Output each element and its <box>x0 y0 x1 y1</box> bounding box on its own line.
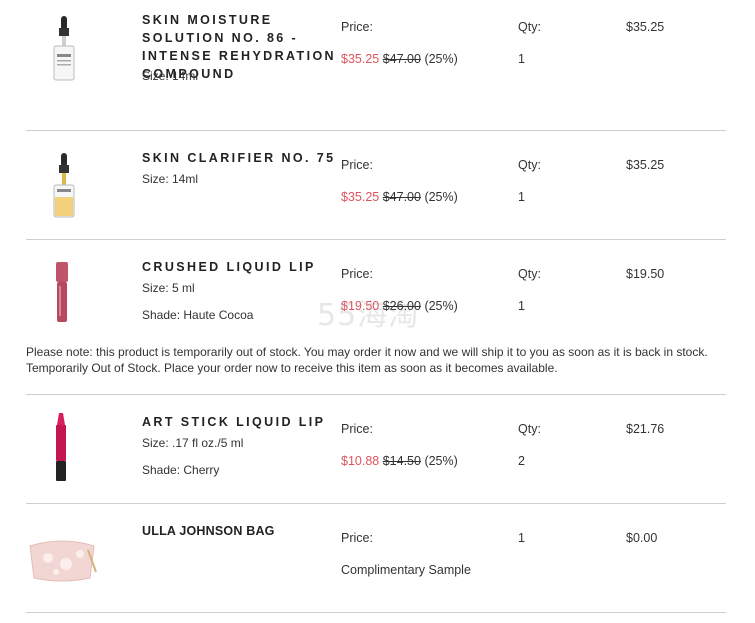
original-price: $47.00 <box>382 52 421 66</box>
qty-label: Qty: <box>518 20 541 34</box>
qty-value: 1 <box>518 531 525 545</box>
qty-value: 1 <box>518 190 525 204</box>
product-size: Size: .17 fl oz./5 ml <box>142 436 244 450</box>
product-size: Size: 5 ml <box>142 281 195 295</box>
price-line: $10.88 $14.50 (25%) <box>341 454 458 468</box>
price-line: $19.50 $26.00 (25%) <box>341 299 458 313</box>
qty-value: 2 <box>518 454 525 468</box>
product-name[interactable]: CRUSHED LIQUID LIP <box>142 258 352 276</box>
product-name[interactable]: ULLA JOHNSON BAG <box>142 522 352 540</box>
qty-label: Qty: <box>518 158 541 172</box>
cart-item-row: SKIN CLARIFIER NO. 75 Size: 14ml Price: … <box>26 131 726 240</box>
line-total: $19.50 <box>626 267 665 281</box>
original-price: $14.50 <box>382 454 421 468</box>
price-label: Price: <box>341 422 373 436</box>
discount-percent: (25%) <box>424 299 458 313</box>
product-name[interactable]: ART STICK LIQUID LIP <box>142 413 352 431</box>
price-label: Price: <box>341 20 373 34</box>
sale-price: $35.25 <box>341 52 380 66</box>
price-label: Price: <box>341 158 373 172</box>
product-image-dropper-bottle[interactable] <box>46 14 82 84</box>
line-total: $21.76 <box>626 422 665 436</box>
sale-price: $19.50 <box>341 299 380 313</box>
product-image-dropper-bottle[interactable] <box>46 151 82 221</box>
product-image-bag[interactable] <box>26 532 98 584</box>
complimentary-sample-label: Complimentary Sample <box>341 563 471 577</box>
product-image-lip-gloss[interactable] <box>54 262 70 324</box>
product-shade: Shade: Haute Cocoa <box>142 308 254 322</box>
qty-label: Qty: <box>518 267 541 281</box>
product-name[interactable]: SKIN CLARIFIER NO. 75 <box>142 149 352 167</box>
qty-label: Qty: <box>518 422 541 436</box>
sale-price: $35.25 <box>341 190 380 204</box>
qty-value: 1 <box>518 52 525 66</box>
line-total: $35.25 <box>626 20 665 34</box>
product-size: Size: 14ml <box>142 69 199 83</box>
product-image-lip-stick[interactable] <box>54 413 68 483</box>
product-shade: Shade: Cherry <box>142 463 220 477</box>
sale-price: $10.88 <box>341 454 380 468</box>
product-size: Size: 14ml <box>142 172 199 186</box>
price-line: $35.25 $47.00 (25%) <box>341 52 458 66</box>
discount-percent: (25%) <box>424 454 458 468</box>
line-total: $35.25 <box>626 158 665 172</box>
price-label: Price: <box>341 267 373 281</box>
cart-item-row: ART STICK LIQUID LIP Size: .17 fl oz./5 … <box>26 395 726 504</box>
cart-item-row: SKIN MOISTURE SOLUTION NO. 86 - INTENSE … <box>26 0 726 131</box>
price-label: Price: <box>341 531 373 545</box>
discount-percent: (25%) <box>424 52 458 66</box>
line-total: $0.00 <box>626 531 658 545</box>
price-line: $35.25 $47.00 (25%) <box>341 190 458 204</box>
discount-percent: (25%) <box>424 190 458 204</box>
original-price: $47.00 <box>382 190 421 204</box>
qty-value: 1 <box>518 299 525 313</box>
cart-item-row: ULLA JOHNSON BAG Price: Complimentary Sa… <box>26 504 726 613</box>
out-of-stock-note: Please note: this product is temporarily… <box>26 345 708 375</box>
original-price: $26.00 <box>382 299 421 313</box>
